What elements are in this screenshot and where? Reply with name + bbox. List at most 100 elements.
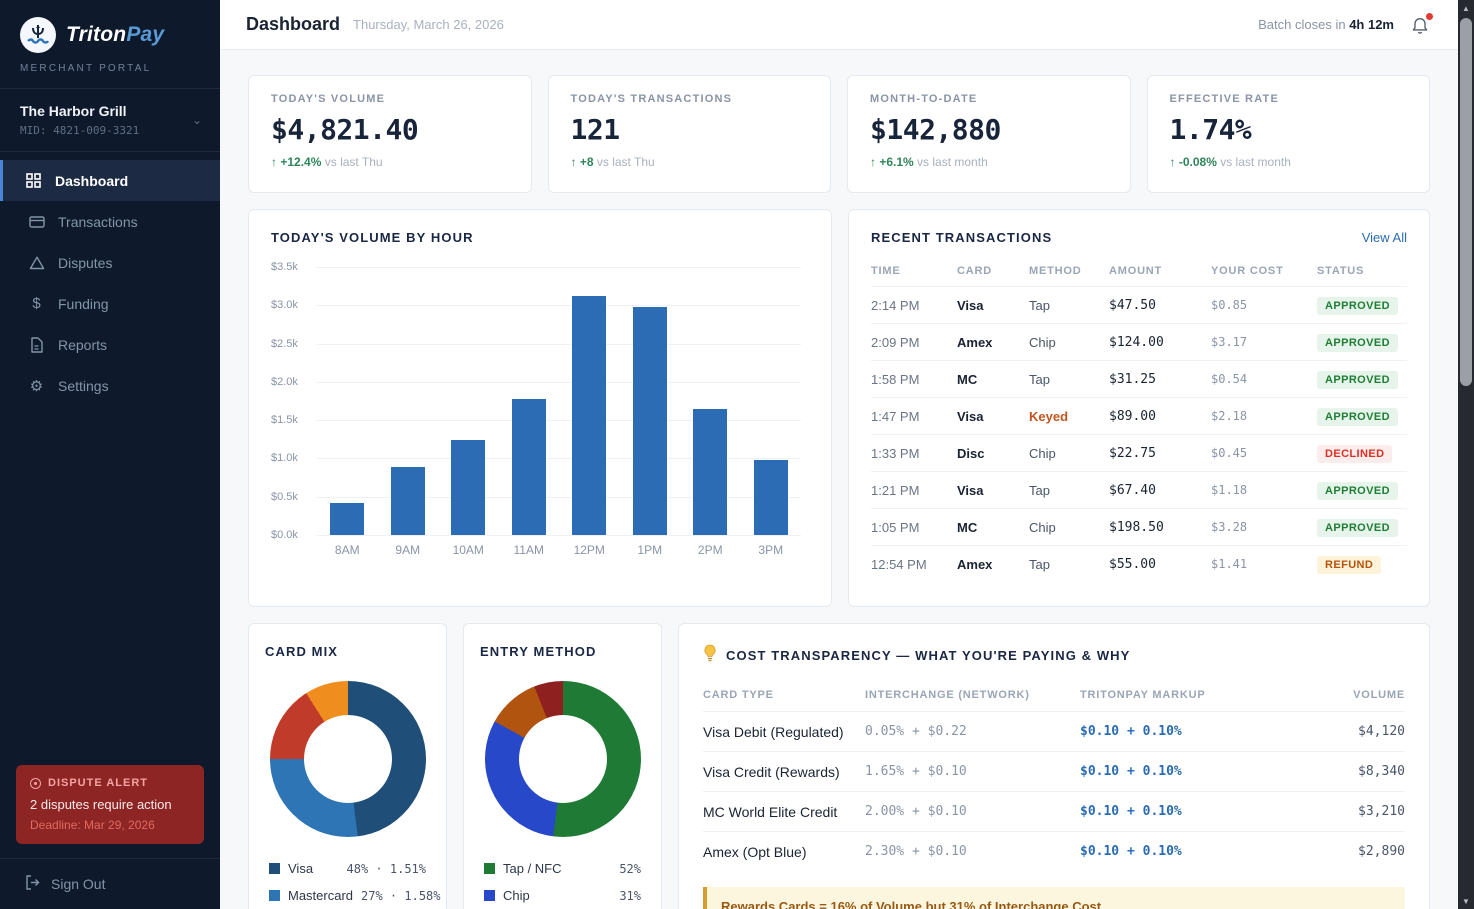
- vertical-scrollbar[interactable]: ▲ ▼: [1458, 0, 1474, 909]
- sidebar-item-settings[interactable]: ⚙ Settings: [0, 365, 220, 406]
- alert-circle-icon: [30, 778, 41, 789]
- sidebar-item-disputes[interactable]: Disputes: [0, 242, 220, 283]
- column-header: METHOD: [1029, 265, 1109, 277]
- gridline: [317, 535, 801, 536]
- sidebar-nav: Dashboard Transactions Disputes $ Fundin…: [0, 152, 220, 414]
- legend-swatch: [269, 863, 280, 874]
- scrollbar-thumb[interactable]: [1460, 18, 1472, 386]
- x-axis-tick-label: 2PM: [680, 543, 741, 557]
- table-row[interactable]: 2:14 PMVisaTap$47.50$0.85APPROVED: [871, 286, 1407, 323]
- x-axis-tick-label: 10AM: [438, 543, 499, 557]
- table-cell: Tap: [1029, 298, 1109, 313]
- table-cell: $3,210: [1295, 804, 1405, 819]
- table-cell: $55.00: [1109, 557, 1211, 572]
- sidebar-item-label: Funding: [58, 296, 109, 312]
- card-mix-donut-chart: [270, 681, 426, 837]
- scroll-down-arrow[interactable]: ▼: [1458, 893, 1474, 909]
- cost-note: Rewards Cards = 16% of Volume but 31% of…: [703, 887, 1405, 909]
- chevron-down-icon: ⌄: [192, 113, 202, 127]
- chart-title: TODAY'S VOLUME BY HOUR: [271, 230, 809, 245]
- legend-item: Chip31%: [480, 882, 645, 909]
- sidebar-item-dashboard[interactable]: Dashboard: [0, 160, 220, 201]
- main-area: Dashboard Thursday, March 26, 2026 Batch…: [220, 0, 1458, 909]
- notification-dot: [1426, 13, 1433, 20]
- table-cell: Keyed: [1029, 409, 1109, 424]
- y-axis-tick-label: $3.0k: [271, 299, 298, 311]
- table-header-row: TIMECARDMETHODAMOUNTYOUR COSTSTATUS: [871, 259, 1407, 286]
- sign-out-button[interactable]: Sign Out: [0, 858, 220, 909]
- dispute-alert[interactable]: DISPUTE ALERT 2 disputes require action …: [16, 765, 204, 844]
- alert-deadline: Deadline: Mar 29, 2026: [30, 818, 190, 832]
- table-cell: 2:14 PM: [871, 298, 957, 313]
- table-cell: 12:54 PM: [871, 557, 957, 572]
- volume-bar: [512, 399, 546, 535]
- app-window: TritonPay MERCHANT PORTAL The Harbor Gri…: [0, 0, 1474, 909]
- entry-method-panel: ENTRY METHOD Tap / NFC52%Chip31%Swipe11%: [463, 623, 662, 909]
- view-all-link[interactable]: View All: [1362, 230, 1407, 245]
- kpi-value: $4,821.40: [271, 113, 509, 146]
- table-cell: 1:21 PM: [871, 483, 957, 498]
- table-cell: $89.00: [1109, 409, 1211, 424]
- document-icon: [28, 336, 45, 353]
- column-header: CARD TYPE: [703, 689, 865, 701]
- status-badge: APPROVED: [1317, 482, 1398, 500]
- legend-item: Mastercard27% · 1.58%: [265, 882, 430, 909]
- entry-method-donut-chart: [485, 681, 641, 837]
- status-badge: APPROVED: [1317, 297, 1398, 315]
- table-row[interactable]: 1:47 PMVisaKeyed$89.00$2.18APPROVED: [871, 397, 1407, 434]
- column-header: YOUR COST: [1211, 265, 1317, 277]
- sidebar-item-label: Dashboard: [55, 173, 128, 189]
- kpi-label: MONTH-TO-DATE: [870, 93, 1108, 105]
- scroll-up-arrow[interactable]: ▲: [1458, 0, 1474, 16]
- legend-label: Chip: [503, 888, 530, 903]
- column-header: AMOUNT: [1109, 265, 1211, 277]
- x-axis-tick-label: 8AM: [317, 543, 378, 557]
- table-row[interactable]: 1:58 PMMCTap$31.25$0.54APPROVED: [871, 360, 1407, 397]
- column-header: TRITONPAY MARKUP: [1080, 689, 1295, 701]
- cost-row: Visa Debit (Regulated)0.05% + $0.22$0.10…: [703, 711, 1405, 751]
- volume-by-hour-chart: TODAY'S VOLUME BY HOUR $0.0k$0.5k$1.0k$1…: [248, 209, 832, 607]
- column-header: STATUS: [1317, 265, 1407, 277]
- table-row[interactable]: 2:09 PMAmexChip$124.00$3.17APPROVED: [871, 323, 1407, 360]
- merchant-selector[interactable]: The Harbor Grill MID: 4821-009-3321 ⌄: [0, 88, 220, 152]
- sidebar-item-label: Settings: [58, 378, 109, 394]
- notification-bell-icon[interactable]: [1410, 14, 1432, 36]
- kpi-todays-transactions: TODAY'S TRANSACTIONS 121 ↑ +8 vs last Th…: [548, 75, 832, 193]
- bar-chart: $0.0k$0.5k$1.0k$1.5k$2.0k$2.5k$3.0k$3.5k…: [271, 267, 809, 567]
- table-row[interactable]: 1:33 PMDiscChip$22.75$0.45DECLINED: [871, 434, 1407, 471]
- warning-triangle-icon: [28, 254, 45, 271]
- table-cell: $0.10 + 0.10%: [1080, 724, 1295, 739]
- sidebar-item-funding[interactable]: $ Funding: [0, 283, 220, 324]
- kpi-delta: ↑ -0.08% vs last month: [1170, 155, 1408, 169]
- table-cell: Chip: [1029, 446, 1109, 461]
- legend-swatch: [484, 890, 495, 901]
- table-row[interactable]: 12:54 PMAmexTap$55.00$1.41REFUND: [871, 545, 1407, 582]
- kpi-todays-volume: TODAY'S VOLUME $4,821.40 ↑ +12.4% vs las…: [248, 75, 532, 193]
- table-cell: 1:05 PM: [871, 520, 957, 535]
- cost-title: COST TRANSPARENCY — WHAT YOU'RE PAYING &…: [726, 648, 1130, 663]
- status-badge: APPROVED: [1317, 519, 1398, 537]
- cost-row: Amex (Opt Blue)2.30% + $0.10$0.10 + 0.10…: [703, 831, 1405, 871]
- card-icon: [28, 213, 45, 230]
- status-badge: APPROVED: [1317, 371, 1398, 389]
- y-axis-tick-label: $0.5k: [271, 491, 298, 503]
- table-row[interactable]: 1:21 PMVisaTap$67.40$1.18APPROVED: [871, 471, 1407, 508]
- topbar: Dashboard Thursday, March 26, 2026 Batch…: [220, 0, 1458, 50]
- legend-label: Tap / NFC: [503, 861, 562, 876]
- table-row[interactable]: 1:05 PMMCChip$198.50$3.28APPROVED: [871, 508, 1407, 545]
- table-cell: Disc: [957, 446, 1029, 461]
- table-cell: $0.10 + 0.10%: [1080, 804, 1295, 819]
- alert-body: 2 disputes require action: [30, 797, 190, 812]
- volume-bar: [754, 460, 788, 535]
- table-cell: Amex (Opt Blue): [703, 844, 865, 860]
- table-cell: $67.40: [1109, 483, 1211, 498]
- kpi-value: $142,880: [870, 113, 1108, 146]
- batch-countdown: Batch closes in 4h 12m: [1258, 17, 1394, 32]
- table-cell: Tap: [1029, 557, 1109, 572]
- brand-subtitle: MERCHANT PORTAL: [20, 63, 200, 74]
- sidebar-item-reports[interactable]: Reports: [0, 324, 220, 365]
- gear-icon: ⚙: [28, 377, 45, 394]
- sidebar-item-transactions[interactable]: Transactions: [0, 201, 220, 242]
- cost-row: MC World Elite Credit2.00% + $0.10$0.10 …: [703, 791, 1405, 831]
- tritonpay-logo-icon: [20, 17, 56, 53]
